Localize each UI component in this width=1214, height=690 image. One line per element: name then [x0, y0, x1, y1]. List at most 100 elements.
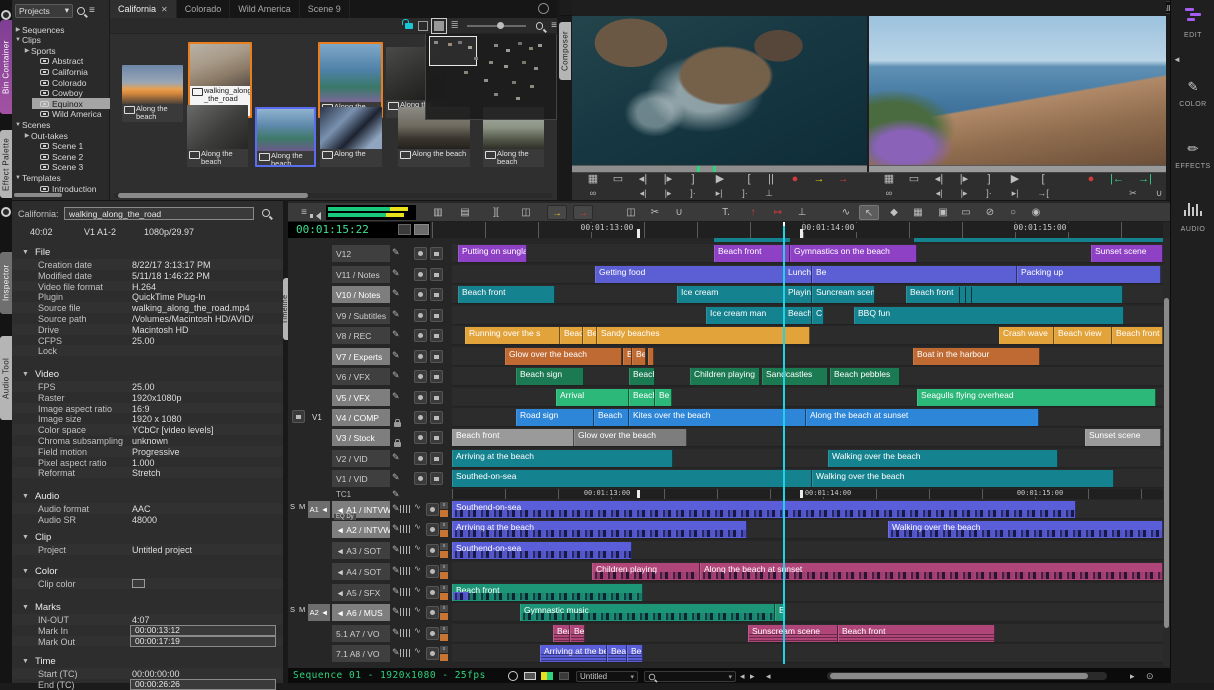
timeline-clip[interactable]: Gymnastic music — [520, 604, 775, 621]
sidebar-item-california[interactable]: California — [32, 66, 88, 77]
track-name-a4[interactable]: ◄ A4 / SOT — [332, 563, 390, 580]
transport-button-icon[interactable]: ▦ — [880, 174, 898, 185]
timeline-clip[interactable]: Beach sign — [516, 368, 584, 385]
timeline-clip[interactable]: C — [812, 307, 824, 324]
thumb-size-slider[interactable] — [467, 25, 526, 27]
timeline-clip[interactable]: Sandy beaches — [597, 327, 810, 344]
track-option-icon[interactable] — [426, 523, 439, 536]
mute-mini[interactable] — [440, 530, 448, 537]
panel-dot-icon[interactable] — [1, 10, 11, 20]
mute-mini[interactable] — [440, 593, 448, 600]
track-name-v8[interactable]: V8 / REC — [332, 327, 390, 344]
pencil-icon[interactable]: ✎ — [392, 329, 400, 340]
track-lane-v12[interactable]: Putting on sunglasBeach frontGymnastics … — [452, 244, 1163, 263]
search-icon[interactable] — [536, 22, 544, 30]
timeline-clip[interactable]: Along the beach at sunset — [700, 563, 1163, 580]
timeline-tool-icon[interactable]: ∿ — [836, 205, 856, 220]
automation-icon[interactable]: ∿ — [414, 502, 421, 511]
transport-button-icon[interactable]: ]· — [736, 188, 754, 199]
track-name-v4[interactable]: V4 / COMP — [332, 409, 390, 426]
group-patch[interactable]: A2 ◄ — [308, 604, 330, 621]
timeline-clip[interactable]: Beach front — [1112, 327, 1163, 344]
transport-button-icon[interactable]: ∞ — [880, 188, 898, 199]
record-track-icon[interactable] — [414, 329, 427, 342]
timeline-tool-icon[interactable]: T. — [716, 205, 736, 220]
sidebar-item-templates[interactable]: ▼Templates — [14, 172, 61, 183]
track-option-icon[interactable] — [426, 606, 439, 619]
track-lane-a7[interactable]: BeacBeSunscream sceneBeach front — [452, 624, 1163, 643]
track-name-a6[interactable]: ◄ A6 / MUS — [332, 604, 390, 621]
pencil-icon[interactable]: ✎ — [392, 370, 400, 381]
track-name-v3[interactable]: V3 / Stock — [332, 429, 390, 446]
transport-button-icon[interactable]: → — [810, 174, 828, 185]
sidebar-item-scenes[interactable]: ▼Scenes — [14, 119, 50, 130]
timeline-clip[interactable]: Suncream scene — [812, 286, 875, 303]
section-header-file[interactable]: ▼File — [22, 247, 50, 258]
waveform-icon[interactable] — [400, 567, 410, 575]
next-icon[interactable]: ▸ — [750, 671, 755, 682]
left-icon[interactable]: ◂ — [766, 671, 771, 682]
timeline-clip[interactable]: Sandcastles — [762, 368, 828, 385]
monitor-track-icon[interactable] — [430, 431, 443, 444]
timeline-clip[interactable]: Beac — [607, 645, 627, 662]
clip-search-input[interactable]: walking_along_the_road — [64, 207, 254, 220]
timeline-clip[interactable]: Children playing — [690, 368, 760, 385]
transport-button-icon[interactable]: [ — [740, 174, 758, 185]
timeline-hscrollbar[interactable] — [827, 672, 1107, 680]
timeline-clip[interactable]: Beach front — [458, 286, 555, 303]
track-option-icon[interactable] — [426, 503, 439, 516]
solo-badge[interactable]: S — [290, 502, 295, 511]
waveform-icon[interactable] — [400, 588, 410, 596]
clip-color-checkbox[interactable] — [132, 579, 145, 588]
transport-button-icon[interactable]: |← — [1108, 174, 1126, 185]
monitor-track-icon[interactable] — [430, 411, 443, 424]
dock-tab-audio-tool[interactable]: Audio Tool — [0, 336, 12, 420]
track-lane-a5[interactable]: Beach front — [452, 583, 1163, 602]
track-lane-v5[interactable]: ArrivalBeachBeSeagulls flying overhead — [452, 388, 1163, 407]
sidebar-item-wild-america[interactable]: Wild America — [32, 109, 102, 120]
color-clips-icon[interactable] — [541, 672, 553, 680]
section-header-clip[interactable]: ▼Clip — [22, 532, 51, 543]
automation-icon[interactable]: ∿ — [414, 646, 421, 655]
transport-button-icon[interactable]: ▦ — [584, 174, 602, 185]
timeline-clip[interactable]: Seagulls flying overhead — [917, 389, 1156, 406]
transport-button-icon[interactable]: ▸| — [1006, 188, 1024, 199]
timeline-clip[interactable]: Arrival — [556, 389, 629, 406]
track-lane-v2[interactable]: Arriving at the beachWalking over the be… — [452, 449, 1163, 468]
track-name-v11[interactable]: V11 / Notes — [332, 266, 390, 283]
mute-mini[interactable] — [440, 634, 448, 641]
dock-tab-inspector[interactable]: Inspector — [0, 252, 12, 314]
track-name-v1[interactable]: V1 / VID — [332, 470, 390, 487]
timeline-clip[interactable]: Beach front — [452, 429, 574, 446]
solo-mini[interactable]: s — [440, 626, 448, 633]
pencil-icon[interactable]: ✎ — [392, 489, 400, 500]
record-track-icon[interactable] — [414, 411, 427, 424]
timeline-clip[interactable]: Arriving at the be — [540, 645, 607, 662]
search-icon[interactable] — [77, 7, 85, 15]
timeline-clip[interactable]: Beach — [784, 307, 812, 324]
transport-button-icon[interactable]: ◂| — [930, 188, 948, 199]
sidebar-item-scene-1[interactable]: Scene 1 — [32, 141, 83, 152]
pencil-icon[interactable]: ✎ — [392, 565, 400, 576]
timeline-clip[interactable]: Beach — [629, 368, 655, 385]
track-lane-v9[interactable]: Ice cream manBeachCBBQ fun — [452, 306, 1163, 325]
timeline-tool-icon[interactable]: ⊘ — [980, 205, 1000, 220]
record-track-icon[interactable] — [414, 350, 427, 363]
dock-tab-bin-container[interactable]: Bin Container — [0, 20, 12, 114]
timeline-clip[interactable]: Sunset scene — [1085, 429, 1161, 446]
track-name-a7[interactable]: 5.1 A7 / VO — [332, 625, 390, 642]
track-name-a8[interactable]: 7.1 A8 / VO — [332, 645, 390, 662]
record-track-icon[interactable] — [414, 309, 427, 322]
tc-list-icon[interactable] — [414, 224, 429, 235]
transport-button-icon[interactable]: →[ — [1034, 188, 1052, 199]
section-header-time[interactable]: ▼Time — [22, 656, 56, 667]
track-lane-v4[interactable]: Road signBeachKites over the beachAlong … — [452, 408, 1163, 427]
solo-mini[interactable]: s — [440, 522, 448, 529]
timeline-clip[interactable]: Be — [583, 327, 597, 344]
timeline-clip[interactable]: Beach front — [714, 245, 790, 262]
timeline-clip[interactable]: Packing up — [1017, 266, 1161, 283]
tree-hscroll-thumb[interactable] — [14, 193, 62, 197]
timeline-clip[interactable]: Southend-on-sea — [452, 501, 1076, 518]
timeline-clip[interactable]: Beach pebbles — [830, 368, 900, 385]
monitor-track-icon[interactable] — [430, 268, 443, 281]
